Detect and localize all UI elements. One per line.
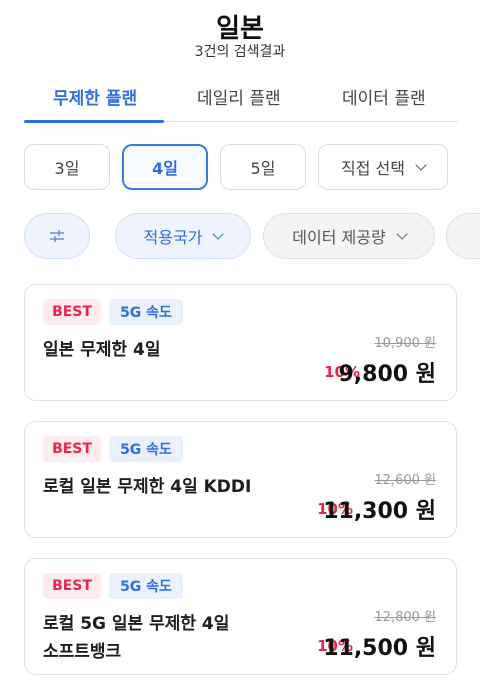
filter-bar: 적용국가 데이터 제공량 (24, 213, 480, 259)
original-price: 12,600 원 (374, 473, 436, 488)
speed-badge: 5G 속도 (109, 573, 183, 599)
speed-badge: 5G 속도 (109, 436, 183, 462)
day-option-4[interactable]: 4일 (122, 144, 208, 190)
chevron-down-icon (212, 227, 225, 240)
tab-data-plan[interactable]: 데이터 플랜 (342, 84, 426, 109)
product-name: 일본 무제한 4일 (43, 340, 161, 360)
product-name: 로컬 일본 무제한 4일 KDDI (43, 477, 252, 497)
result-count: 3건의 검색결과 (194, 44, 286, 60)
day-option-5[interactable]: 5일 (220, 144, 306, 190)
best-badge: BEST (43, 436, 101, 462)
tab-daily-plan[interactable]: 데일리 플랜 (197, 84, 281, 109)
chevron-down-icon (396, 227, 408, 240)
data-amount-filter-label: 데이터 제공량 (292, 228, 386, 247)
tab-unlimited-plan[interactable]: 무제한 플랜 (53, 84, 137, 109)
sale-price: 11,300 원 (323, 499, 436, 524)
product-card[interactable]: BEST 5G 속도 로컬 5G 일본 무제한 4일 소프트뱅크 12,800 … (24, 558, 457, 675)
product-name-line2: 소프트뱅크 (43, 642, 122, 662)
original-price: 10,900 원 (374, 336, 436, 351)
product-card[interactable]: BEST 5G 속도 로컬 일본 무제한 4일 KDDI 12,600 원 10… (24, 421, 457, 538)
page-title: 일본 (216, 14, 264, 44)
best-badge: BEST (43, 299, 101, 325)
original-price: 12,800 원 (374, 610, 436, 625)
speed-badge: 5G 속도 (109, 299, 183, 325)
data-amount-filter-chip[interactable]: 데이터 제공량 (263, 213, 435, 259)
filter-settings-button[interactable] (24, 213, 90, 259)
country-filter-label: 적용국가 (143, 228, 203, 247)
product-card[interactable]: BEST 5G 속도 일본 무제한 4일 10,900 원 10% 9,800 … (24, 284, 457, 401)
active-tab-indicator (24, 120, 164, 123)
plan-tabs: 무제한 플랜 데일리 플랜 데이터 플랜 (24, 76, 458, 123)
more-filter-chip[interactable] (446, 213, 480, 259)
sale-price: 9,800 원 (338, 362, 437, 387)
product-name: 로컬 5G 일본 무제한 4일 (43, 614, 230, 634)
country-filter-chip[interactable]: 적용국가 (115, 213, 251, 259)
custom-day-label: 직접 선택 (341, 159, 405, 178)
day-option-3[interactable]: 3일 (24, 144, 110, 190)
best-badge: BEST (43, 573, 101, 599)
sliders-icon (50, 230, 64, 242)
chevron-down-icon (415, 158, 427, 171)
sale-price: 11,500 원 (323, 636, 436, 661)
custom-day-select[interactable]: 직접 선택 (318, 144, 448, 190)
